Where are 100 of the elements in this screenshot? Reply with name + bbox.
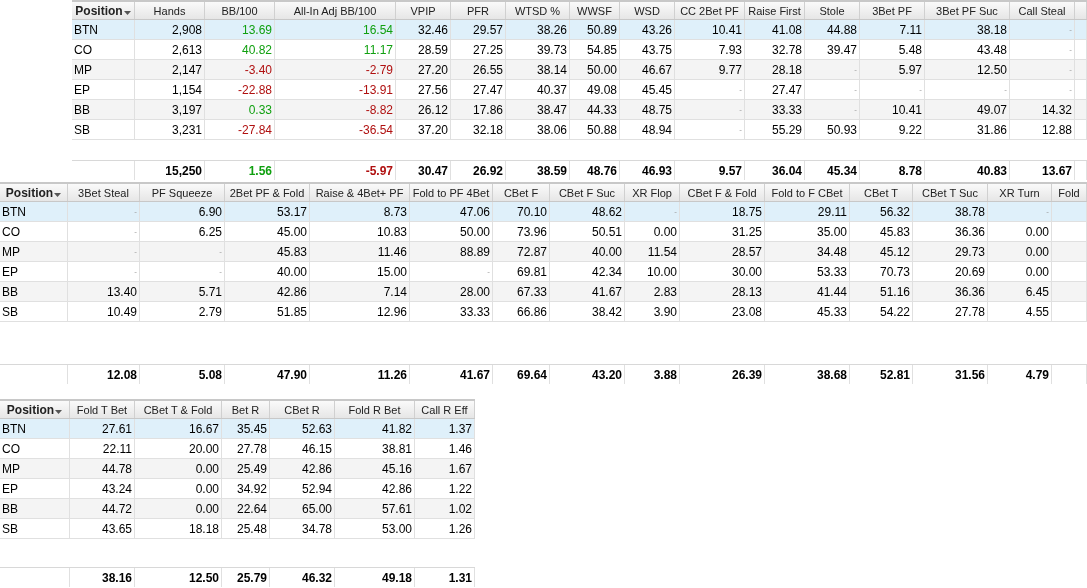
- column-header[interactable]: 3Bet Steal: [68, 184, 140, 201]
- total-cell: 69.64: [516, 367, 547, 382]
- table-row[interactable]: BB 44.72 0.00 22.64 65.00 57.61 1.02: [0, 499, 475, 519]
- table-row[interactable]: MP 44.78 0.00 25.49 42.86 45.16 1.67: [0, 459, 475, 479]
- table-cell: 88.89: [459, 244, 490, 259]
- table-cell: 34.92: [236, 481, 267, 496]
- table-cell: 40.00: [276, 264, 307, 279]
- table-row[interactable]: BB 13.40 5.71 42.86 7.14 28.00 67.33 41.67 2.83 28.13 41.44 51.16 36.36 6.45: [0, 282, 1087, 302]
- column-header[interactable]: PF Squeeze: [140, 184, 225, 201]
- table-cell: 5.71: [198, 284, 222, 299]
- table-cell: 49.08: [586, 82, 617, 97]
- column-header[interactable]: PFR: [451, 2, 506, 19]
- table-row[interactable]: BTN 27.61 16.67 35.45 52.63 41.82 1.37: [0, 419, 475, 439]
- table-cell: 43.24: [101, 481, 132, 496]
- table-cell: 9.77: [718, 62, 742, 77]
- column-header[interactable]: WTSD %: [506, 2, 570, 19]
- table-cell: -: [739, 105, 742, 114]
- total-cell: 1.31: [448, 570, 472, 585]
- column-header[interactable]: 2Bet PF & Fold: [225, 184, 310, 201]
- table-cell: 22.11: [102, 441, 132, 456]
- total-cell: 52.81: [879, 367, 910, 382]
- table-cell: 42.86: [301, 461, 332, 476]
- table-cell: 32.18: [472, 122, 503, 137]
- column-header[interactable]: CBet F & Fold: [680, 184, 765, 201]
- total-cell: 11.26: [377, 367, 407, 382]
- table-cell: 23.08: [731, 304, 762, 319]
- total-cell: 38.16: [101, 570, 132, 585]
- table-cell: 2,613: [171, 42, 202, 57]
- column-header[interactable]: WWSF: [570, 2, 620, 19]
- table-cell: 73.96: [516, 224, 547, 239]
- table-row[interactable]: BB 3,197 0.33 -8.82 26.12 17.86 38.47 44.33 48.75 - 33.33 - 10.41 49.07 14.32: [72, 100, 1087, 120]
- table-row[interactable]: SB 43.65 18.18 25.48 34.78 53.00 1.26: [0, 519, 475, 539]
- column-header[interactable]: Bet R: [222, 401, 270, 418]
- column-header[interactable]: WSD: [620, 2, 675, 19]
- table-cell: 27.20: [417, 62, 448, 77]
- table-cell: 65.00: [301, 501, 332, 516]
- column-header[interactable]: Hands: [135, 2, 205, 19]
- total-cell: 40.83: [976, 163, 1007, 178]
- table-cell: -: [1004, 85, 1007, 94]
- table-cell: 44.78: [101, 461, 132, 476]
- table-cell: 1,154: [171, 82, 202, 97]
- table-cell: 50.00: [459, 224, 490, 239]
- table-cell: 33.33: [771, 102, 802, 117]
- table-cell: 32.78: [771, 42, 802, 57]
- column-header[interactable]: XR Flop: [625, 184, 680, 201]
- column-header[interactable]: Position: [0, 401, 70, 418]
- table-cell: -8.82: [365, 102, 393, 117]
- table-cell: 43.75: [641, 42, 672, 57]
- column-header[interactable]: Fold: [1052, 184, 1087, 201]
- column-header[interactable]: CBet F: [493, 184, 550, 201]
- column-header[interactable]: 3Bet PF Suc: [925, 2, 1010, 19]
- column-header[interactable]: Raise First: [745, 2, 805, 19]
- table-cell: 5.97: [898, 62, 922, 77]
- table-cell: 43.48: [976, 42, 1007, 57]
- sort-icon: [123, 10, 131, 15]
- column-header[interactable]: CBet T: [850, 184, 913, 201]
- column-header[interactable]: Raise & 4Bet+ PF: [310, 184, 410, 201]
- column-header[interactable]: Fold to F CBet: [765, 184, 850, 201]
- table-cell: BTN: [2, 421, 26, 436]
- column-header[interactable]: 3Bet PF: [860, 2, 925, 19]
- table-cell: 6.25: [198, 224, 222, 239]
- column-header[interactable]: CBet T Suc: [913, 184, 988, 201]
- table-cell: 2.79: [198, 304, 222, 319]
- table-row[interactable]: BTN - 6.90 53.17 8.73 47.06 70.10 48.62 - 18.75 29.11 56.32 38.78 -: [0, 202, 1087, 222]
- table-cell: 13.69: [241, 22, 272, 37]
- column-header[interactable]: Fold to PF 4Bet: [410, 184, 493, 201]
- column-header[interactable]: All-In Adj BB/100: [275, 2, 396, 19]
- column-header[interactable]: Call R Eff: [415, 401, 475, 418]
- table-cell: 1.02: [448, 501, 472, 516]
- table-cell: 67.33: [516, 284, 547, 299]
- column-header[interactable]: Position: [0, 184, 68, 201]
- table-cell: 3.90: [653, 304, 677, 319]
- table-cell: -: [134, 247, 137, 256]
- table-row[interactable]: SB 3,231 -27.84 -36.54 37.20 32.18 38.06 50.88 48.94 - 55.29 50.93 9.22 31.86 12.88: [72, 120, 1087, 140]
- table-row[interactable]: BTN 2,908 13.69 16.54 32.46 29.57 38.26 50.89 43.26 10.41 41.08 44.88 7.11 38.18 -: [72, 20, 1087, 40]
- table-cell: 1.26: [448, 521, 472, 536]
- column-header[interactable]: VPIP: [396, 2, 451, 19]
- table-cell: CO: [74, 42, 92, 57]
- table-cell: 25.48: [236, 521, 267, 536]
- column-header[interactable]: XR Turn: [988, 184, 1052, 201]
- table-cell: -: [134, 207, 137, 216]
- table-cell: 10.49: [106, 304, 137, 319]
- table-cell: -: [1046, 207, 1049, 216]
- column-header[interactable]: CBet F Suc: [550, 184, 625, 201]
- column-header[interactable]: Stole: [805, 2, 860, 19]
- table-row[interactable]: SB 10.49 2.79 51.85 12.96 33.33 66.86 38.42 3.90 23.08 45.33 54.22 27.78 4.55: [0, 302, 1087, 322]
- table-row[interactable]: MP 2,147 -3.40 -2.79 27.20 26.55 38.14 50.00 46.67 9.77 28.18 - 5.97 12.50 -: [72, 60, 1087, 80]
- total-cell: 8.78: [898, 163, 922, 178]
- table-cell: 3,231: [171, 122, 202, 137]
- column-header[interactable]: Position: [72, 2, 135, 19]
- column-header[interactable]: CBet T & Fold: [135, 401, 222, 418]
- column-header[interactable]: Fold R Bet: [335, 401, 415, 418]
- column-header[interactable]: CBet R: [270, 401, 335, 418]
- column-header[interactable]: BB/100: [205, 2, 275, 19]
- table-cell: -: [919, 85, 922, 94]
- column-header[interactable]: CC 2Bet PF: [675, 2, 745, 19]
- column-header[interactable]: Fold T Bet: [70, 401, 135, 418]
- column-header[interactable]: Call Steal: [1010, 2, 1075, 19]
- table-row[interactable]: MP - - 45.83 11.46 88.89 72.87 40.00 11.54 28.57 34.48 45.12 29.73 0.00: [0, 242, 1087, 262]
- table-cell: 28.57: [731, 244, 762, 259]
